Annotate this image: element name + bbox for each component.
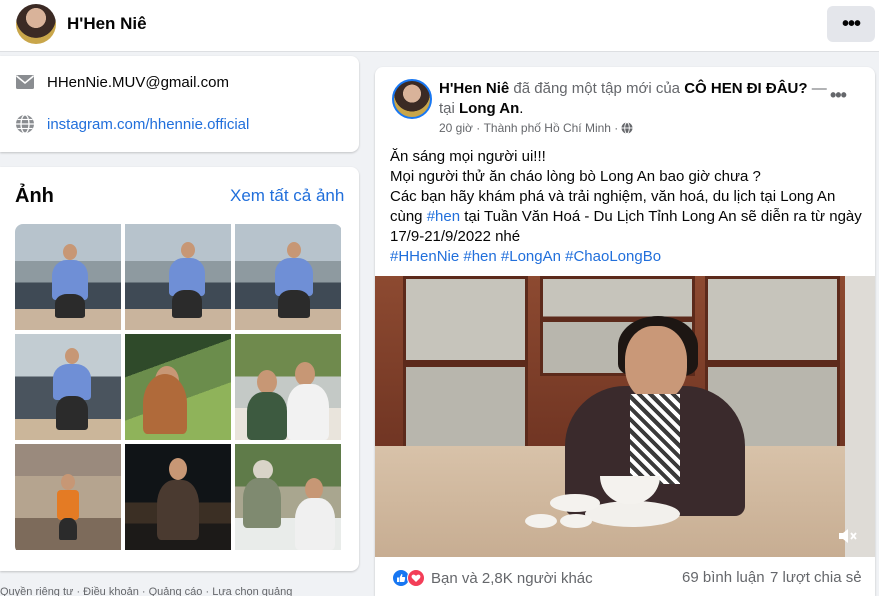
photos-title: Ảnh [15, 185, 54, 207]
post-author[interactable]: H'Hen Niê [439, 80, 509, 97]
post-header: H'Hen Niê đã đăng một tập mới của CÔ HEN… [439, 80, 827, 117]
globe-icon [14, 113, 36, 135]
profile-name[interactable]: H'Hen Niê [67, 14, 147, 34]
post-text-line: Ăn sáng mọi người ui!!! [390, 148, 546, 165]
love-reaction-icon [407, 569, 425, 587]
post-location-link[interactable]: Long An [459, 100, 519, 117]
post-text-line: Mọi người thử ăn cháo lòng bò Long An ba… [390, 168, 761, 185]
shares-count[interactable]: 7 lượt chia sẻ [770, 569, 862, 586]
more-options-button[interactable]: ••• [827, 6, 875, 42]
photo-thumbnail[interactable] [125, 444, 231, 550]
post-meta: 20 giờ · Thành phố Hồ Chí Minh · [439, 121, 633, 135]
post-card: H'Hen Niê đã đăng một tập mới của CÔ HEN… [375, 67, 875, 596]
photos-card: Ảnh Xem tất cả ảnh [0, 167, 359, 571]
photo-thumbnail[interactable] [15, 444, 121, 550]
profile-avatar[interactable] [16, 4, 56, 44]
post-text-segment: tại Tuần Văn Hoá - Du Lịch Tỉnh Long An … [460, 208, 862, 225]
see-all-photos-link[interactable]: Xem tất cả ảnh [230, 186, 344, 206]
post-reactions[interactable]: Bạn và 2,8K người khác [392, 569, 593, 587]
hashtag-link[interactable]: #hen [427, 208, 460, 225]
intro-card: HHenNie.MUV@gmail.com instagram.com/hhen… [0, 56, 359, 152]
intro-email-row: HHenNie.MUV@gmail.com [14, 71, 229, 93]
photo-thumbnail[interactable] [235, 334, 341, 440]
post-text-line: 17/9-21/9/2022 nhé [390, 228, 521, 245]
privacy-globe-icon [618, 122, 633, 134]
post-more-options-icon[interactable]: ••• [830, 85, 847, 106]
profile-header-bar: H'Hen Niê ••• [0, 0, 879, 52]
post-place: Thành phố Hồ Chí Minh [483, 121, 611, 135]
photo-grid [15, 224, 342, 554]
post-text: Ăn sáng mọi người ui!!! Mọi người thử ăn… [390, 147, 865, 267]
post-video[interactable] [375, 276, 875, 557]
post-text-line: cùng #hen tại Tuần Văn Hoá - Du Lịch Tỉn… [390, 207, 865, 227]
envelope-icon [14, 71, 36, 93]
post-text-segment: cùng [390, 208, 427, 225]
photo-thumbnail[interactable] [125, 334, 231, 440]
intro-website-link[interactable]: instagram.com/hhennie.official [47, 116, 249, 133]
photo-thumbnail[interactable] [235, 224, 341, 330]
comments-count[interactable]: 69 bình luận [682, 569, 765, 586]
photo-thumbnail[interactable] [125, 224, 231, 330]
footer-links[interactable]: Quyền riêng tư · Điều khoản · Quảng cáo … [0, 586, 292, 596]
photo-thumbnail[interactable] [15, 334, 121, 440]
intro-email: HHenNie.MUV@gmail.com [47, 73, 229, 91]
post-time[interactable]: 20 giờ [439, 121, 473, 135]
post-author-avatar[interactable] [392, 79, 432, 119]
reactions-count[interactable]: Bạn và 2,8K người khác [431, 570, 593, 587]
mute-icon[interactable] [837, 528, 857, 544]
post-text-line: Các bạn hãy khám phá và trải nghiệm, văn… [390, 188, 836, 205]
post-hashtags[interactable]: #HHenNie #hen #LongAn #ChaoLongBo [390, 247, 865, 267]
post-action-text: đã đăng một tập mới của [509, 80, 685, 97]
post-show-link[interactable]: CÔ HEN ĐI ĐÂU? [684, 80, 807, 97]
photo-thumbnail[interactable] [15, 224, 121, 330]
photo-thumbnail[interactable] [235, 444, 341, 550]
intro-website-row: instagram.com/hhennie.official [14, 113, 249, 135]
